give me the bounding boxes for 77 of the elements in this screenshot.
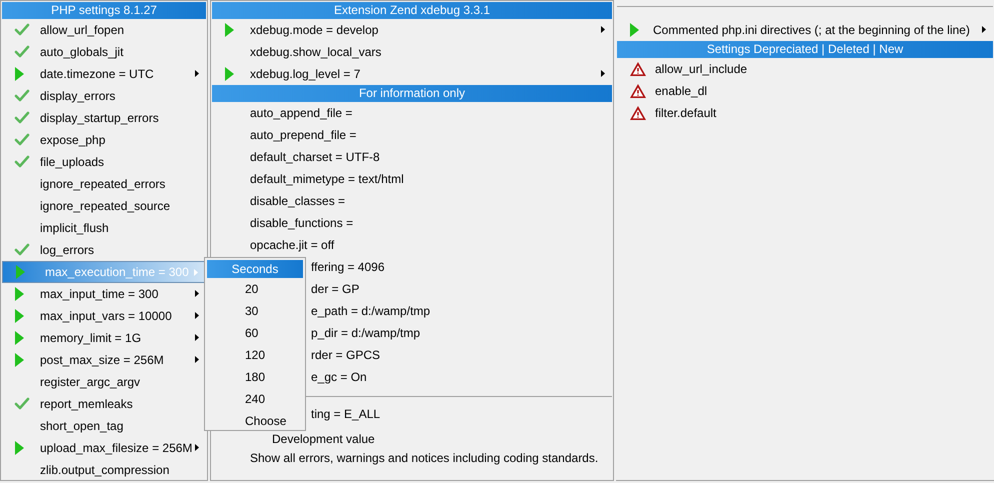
submenu-item[interactable]: Seconds [207, 260, 303, 278]
play-arrow-icon [629, 22, 640, 38]
submenu-caret-icon [194, 269, 198, 276]
menu-item[interactable]: auto_append_file = [212, 102, 612, 124]
submenu-caret-icon [195, 334, 199, 341]
checkmark-icon [14, 89, 30, 103]
checkmark-icon [14, 397, 30, 411]
checkmark-icon [14, 45, 30, 59]
menu-item[interactable]: max_input_time = 300 [2, 283, 206, 305]
menu-item[interactable]: ignore_repeated_source [2, 195, 206, 217]
checkmark-icon [14, 243, 30, 257]
menu-item[interactable]: xdebug.log_level = 7 [212, 63, 612, 85]
play-arrow-icon [14, 66, 25, 82]
play-arrow-icon [14, 330, 25, 346]
checkmark-icon [14, 23, 30, 37]
submenu-item[interactable]: 30 [207, 300, 303, 322]
menu-item[interactable]: display_startup_errors [2, 107, 206, 129]
submenu-caret-icon [601, 26, 605, 33]
submenu-caret-icon [195, 312, 199, 319]
submenu-caret-icon [195, 70, 199, 77]
submenu-caret-icon [195, 356, 199, 363]
menu-item[interactable]: implicit_flush [2, 217, 206, 239]
menu-item[interactable]: ignore_repeated_errors [2, 173, 206, 195]
warning-icon [629, 61, 647, 77]
menu-item[interactable]: auto_prepend_file = [212, 124, 612, 146]
section-header: For information only [212, 85, 612, 102]
play-arrow-icon [15, 264, 26, 280]
play-arrow-icon [224, 22, 235, 38]
submenu-caret-icon [195, 290, 199, 297]
submenu-item[interactable]: 240 [207, 388, 303, 410]
play-arrow-icon [14, 308, 25, 324]
submenu-item[interactable]: 180 [207, 366, 303, 388]
menu-item[interactable]: zlib.output_compression [2, 459, 206, 481]
panel-header: Extension Zend xdebug 3.3.1 [212, 2, 612, 19]
submenu-item[interactable]: 60 [207, 322, 303, 344]
play-arrow-icon [14, 286, 25, 302]
menu-item[interactable]: enable_dl [617, 80, 993, 102]
submenu-caret-icon [195, 444, 199, 451]
submenu-caret-icon [601, 70, 605, 77]
submenu-item[interactable]: 120 [207, 344, 303, 366]
menu-item[interactable]: disable_classes = [212, 190, 612, 212]
menu-item[interactable]: upload_max_filesize = 256M [2, 437, 206, 459]
checkmark-icon [14, 111, 30, 125]
menu-item[interactable]: disable_functions = [212, 212, 612, 234]
menu-item[interactable]: allow_url_include [617, 58, 993, 80]
menu-item[interactable]: default_charset = UTF-8 [212, 146, 612, 168]
warning-icon [629, 83, 647, 99]
menu-item[interactable]: xdebug.show_local_vars [212, 41, 612, 63]
menu-item[interactable]: Commented php.ini directives (; at the beginning of the line) [617, 19, 993, 41]
checkmark-icon [14, 155, 30, 169]
section-header: Settings Depreciated | Deleted | New [617, 41, 993, 58]
menu-item[interactable]: expose_php [2, 129, 206, 151]
menu-item[interactable]: display_errors [2, 85, 206, 107]
menu-item[interactable]: report_memleaks [2, 393, 206, 415]
menu-item[interactable]: short_open_tag [2, 415, 206, 437]
menu-item[interactable]: memory_limit = 1G [2, 327, 206, 349]
play-arrow-icon [224, 66, 235, 82]
menu-item[interactable]: file_uploads [2, 151, 206, 173]
warning-icon [629, 105, 647, 121]
menu-item[interactable]: max_input_vars = 10000 [2, 305, 206, 327]
menu-item[interactable]: filter.default [617, 102, 993, 124]
menu-item[interactable]: auto_globals_jit [2, 41, 206, 63]
submenu-item[interactable]: 20 [207, 278, 303, 300]
play-arrow-icon [14, 440, 25, 456]
menu-item[interactable]: default_mimetype = text/html [212, 168, 612, 190]
menu-item[interactable]: register_argc_argv [2, 371, 206, 393]
menu-item[interactable]: log_errors [2, 239, 206, 261]
menu-item[interactable]: post_max_size = 256M [2, 349, 206, 371]
submenu-caret-icon [982, 26, 986, 33]
menu-item[interactable]: opcache.jit = off [212, 234, 612, 256]
checkmark-icon [14, 133, 30, 147]
menu-item[interactable]: allow_url_fopen [2, 19, 206, 41]
play-arrow-icon [14, 352, 25, 368]
panel-header: PHP settings 8.1.27 [2, 2, 206, 19]
menu-item[interactable]: Show all errors, warnings and notices including coding standards. [212, 447, 612, 469]
menu-item[interactable]: date.timezone = UTC [2, 63, 206, 85]
menu-item[interactable]: xdebug.mode = develop [212, 19, 612, 41]
